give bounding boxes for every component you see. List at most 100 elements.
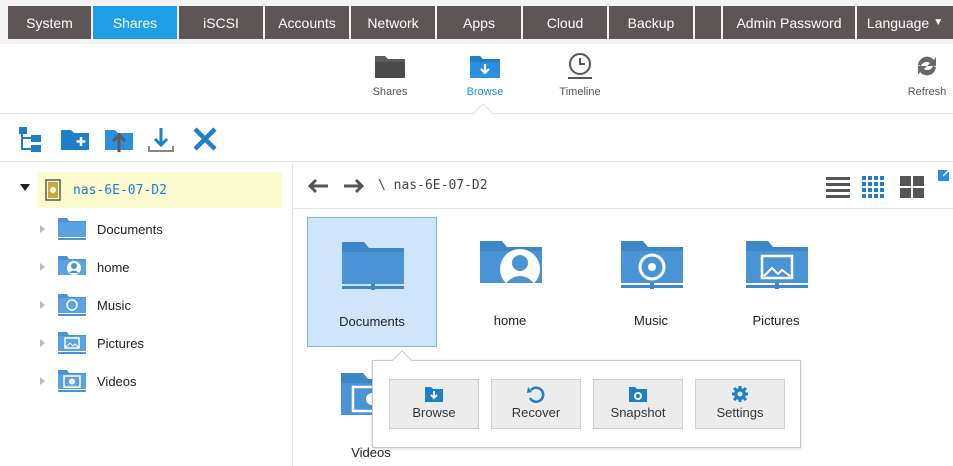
tab-backup[interactable]: Backup [609,6,695,39]
folder-music[interactable]: Music [587,217,715,345]
forward-arrow-icon[interactable] [342,177,366,195]
tab-label: Accounts [278,14,336,31]
recover-button[interactable]: Recover [491,379,581,429]
pictures-folder-icon [746,241,808,289]
tab-blank[interactable] [695,6,723,39]
tab-label: Backup [627,14,675,31]
recover-label: Recover [511,405,561,420]
pictures-folder-icon [58,332,86,354]
sub-nav: Shares Browse Timeline Refresh [0,44,953,123]
tab-network[interactable]: Network [351,6,437,39]
tab-admin-password[interactable]: Admin Password [723,6,857,39]
tab-iscsi[interactable]: iSCSI [179,6,265,39]
tab-label: System [26,14,73,31]
tab-label: Admin Password [736,14,842,31]
tree-item-label: Pictures [97,335,144,351]
expand-caret-icon[interactable] [40,301,45,309]
tree-item-videos[interactable]: Videos [40,367,137,395]
refresh-button[interactable]: Refresh [892,52,953,98]
tile-view-icon[interactable] [900,176,924,198]
tab-label: Network [367,14,419,31]
tree-item-home[interactable]: home [40,253,130,281]
tab-label: iSCSI [203,14,239,31]
subnav-label: Shares [372,86,408,98]
tree-item-pictures[interactable]: Pictures [40,329,144,357]
subnav-shares[interactable]: Shares [355,52,425,98]
subnav-label: Timeline [559,86,601,98]
tree-root-label: nas-6E-07-D2 [73,182,167,198]
snapshot-label: Snapshot [610,405,666,420]
subnav-timeline[interactable]: Timeline [545,52,615,98]
subnav-label: Refresh [907,86,947,98]
tree-item-documents[interactable]: Documents [40,215,163,243]
tree-item-label: Documents [97,221,163,237]
tab-cloud[interactable]: Cloud [523,6,609,39]
tree-item-music[interactable]: Music [40,291,131,319]
user-folder-icon [58,256,86,275]
browse-folder-icon [470,56,500,78]
folder-icon [342,242,404,290]
tab-accounts[interactable]: Accounts [265,6,351,39]
refresh-icon [918,56,936,76]
folder-documents[interactable]: Documents [307,217,437,347]
list-view-icon[interactable] [826,176,850,198]
back-arrow-icon[interactable] [306,177,330,195]
folder-icon [58,218,86,240]
tab-apps[interactable]: Apps [437,6,523,39]
music-folder-icon [621,241,683,289]
tree-item-label: home [97,259,130,275]
delete-icon[interactable] [190,124,220,154]
tab-shares[interactable]: Shares [93,6,179,39]
browse-label: Browse [412,405,456,420]
tab-label: Apps [463,14,495,31]
folder-label: home [493,313,527,328]
expand-panel-icon[interactable] [938,167,952,181]
tab-language[interactable]: Language ▼ [857,6,953,39]
toolbar [0,114,953,162]
tree-item-label: Music [97,297,131,313]
tab-label: Cloud [546,14,584,31]
snapshot-button[interactable]: Snapshot [593,379,683,429]
gear-icon [732,386,748,402]
recover-icon [527,386,545,403]
app-root: System Shares iSCSI Accounts Network App… [0,0,953,466]
tree-root-item[interactable]: nas-6E-07-D2 [37,172,282,208]
subnav-browse[interactable]: Browse [450,52,520,98]
folder-tree: nas-6E-07-D2 Documents home Music Pictur… [0,163,293,466]
new-folder-icon[interactable] [60,124,90,154]
folder-icon [375,56,405,78]
nas-device-icon [45,179,61,201]
folder-label: Documents [339,314,405,329]
expand-caret-icon[interactable] [40,225,45,233]
top-nav: System Shares iSCSI Accounts Network App… [0,0,953,44]
tab-label: Shares [112,14,158,31]
clock-icon [568,53,592,79]
expand-caret-icon[interactable] [40,377,45,385]
tree-item-label: Videos [97,373,137,389]
path-bar: \ nas-6E-07-D2 [294,163,953,209]
videos-folder-icon [58,370,86,392]
grid-view-icon[interactable] [862,176,886,198]
expand-caret-icon[interactable] [20,184,30,191]
upload-icon[interactable] [104,124,134,154]
breadcrumb-path[interactable]: \ nas-6E-07-D2 [378,178,488,193]
browse-button[interactable]: Browse [389,379,479,429]
folder-action-popup: Browse Recover Snapshot Settings [372,350,801,448]
expand-caret-icon[interactable] [40,263,45,271]
expand-caret-icon[interactable] [40,339,45,347]
tab-system[interactable]: System [8,6,93,39]
folder-pictures[interactable]: Pictures [712,217,840,345]
settings-label: Settings [716,405,764,420]
tab-label: Language [866,14,930,31]
music-folder-icon [58,294,86,316]
caret-down-icon: ▼ [933,17,944,28]
folder-label: Pictures [752,313,800,328]
settings-button[interactable]: Settings [695,379,785,429]
download-icon[interactable] [146,124,176,154]
folder-label: Music [634,313,668,328]
folder-home[interactable]: home [446,217,574,345]
tree-view-icon[interactable] [16,124,46,154]
user-folder-icon [480,241,542,289]
subnav-label: Browse [466,86,504,98]
snapshot-icon [629,387,647,402]
